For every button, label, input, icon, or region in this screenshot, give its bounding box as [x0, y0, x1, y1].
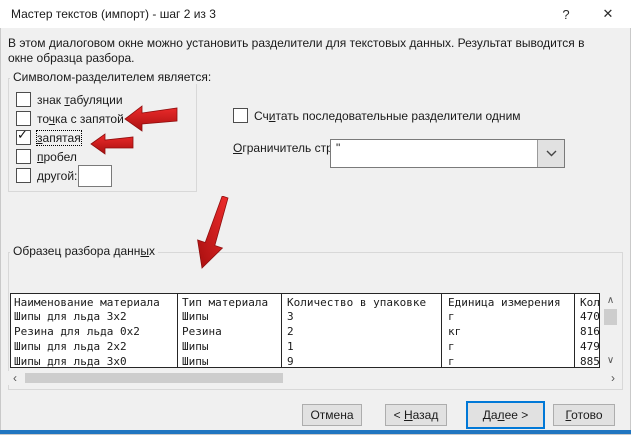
dialog-title: Мастер текстов (импорт) - шаг 2 из 3 — [11, 7, 216, 21]
preview-cell: 885 — [580, 355, 600, 368]
vertical-scroll-thumb[interactable] — [604, 309, 617, 325]
checkbox-label: точка с запятой — [37, 112, 124, 126]
preview-cell: Шипы — [182, 355, 209, 368]
preview-groupbox-title: Образец разбора данных — [10, 244, 158, 258]
horizontal-scrollbar[interactable]: ‹ › — [8, 371, 620, 385]
preview-row: Шипы для льда 2х2 Шипы 1 г 479 — [11, 340, 599, 354]
preview-row: Шипы для льда 3х0 Шипы 9 г 885 — [11, 355, 599, 368]
checkbox-label: Считать последовательные разделители одн… — [254, 109, 521, 123]
checkbox-box[interactable] — [233, 108, 248, 123]
scroll-up-icon[interactable]: ∧ — [601, 293, 620, 308]
check-icon: ✓ — [17, 128, 28, 141]
next-button[interactable]: Далее > — [466, 401, 545, 429]
red-arrow-semicolon-icon — [124, 104, 178, 132]
preview-cell: кг — [448, 325, 461, 338]
button-label: Отмена — [310, 408, 353, 422]
checkbox-treat-consecutive[interactable]: Считать последовательные разделители одн… — [233, 108, 521, 123]
preview-cell: Резина для льда 0х2 — [14, 325, 140, 338]
combobox-value: " — [336, 141, 340, 155]
preview-cell: Количество в упаковке — [287, 296, 426, 309]
back-button[interactable]: < Назад — [385, 404, 447, 426]
preview-cell: Единица измерения — [448, 296, 561, 309]
preview-row: Шипы для льда 3х2 Шипы 3 г 470 — [11, 310, 599, 324]
preview-cell: г — [448, 355, 455, 368]
checkbox-tab-delimiter[interactable]: знак табуляции — [16, 92, 123, 107]
red-arrow-comma-icon — [90, 132, 134, 156]
button-label: < Назад — [394, 408, 439, 422]
preview-cell: Шипы для льда 2х2 — [14, 340, 127, 353]
help-icon[interactable]: ? — [556, 4, 576, 24]
checkbox-other-delimiter[interactable]: другой: — [16, 168, 77, 183]
cancel-button[interactable]: Отмена — [302, 404, 362, 426]
preview-cell: 3 — [287, 310, 294, 323]
scroll-down-icon[interactable]: ∨ — [601, 353, 620, 368]
preview-cell: Шипы — [182, 310, 209, 323]
data-preview-table: Наименование материала Тип материала Кол… — [10, 293, 600, 368]
preview-row: Резина для льда 0х2 Резина 2 кг 816 — [11, 325, 599, 339]
other-delimiter-input[interactable] — [78, 165, 112, 187]
checkbox-label: знак табуляции — [37, 93, 123, 107]
close-icon[interactable]: ✕ — [598, 4, 618, 24]
chevron-down-icon[interactable] — [537, 140, 564, 167]
bottom-accent-strip — [0, 430, 631, 434]
checkbox-label: запятая — [37, 131, 81, 145]
checkbox-semicolon-delimiter[interactable]: точка с запятой — [16, 111, 124, 126]
button-label: Далее > — [483, 408, 529, 422]
horizontal-scroll-thumb[interactable] — [25, 373, 283, 383]
preview-cell: г — [448, 310, 455, 323]
preview-cell: 470 — [580, 310, 600, 323]
preview-cell: 816 — [580, 325, 600, 338]
scroll-left-icon[interactable]: ‹ — [8, 371, 22, 385]
preview-cell: Шипы — [182, 340, 209, 353]
scroll-right-icon[interactable]: › — [606, 371, 620, 385]
red-arrow-preview-icon — [194, 196, 236, 270]
preview-cell: 2 — [287, 325, 294, 338]
preview-cell: Кол — [580, 296, 600, 309]
checkbox-box[interactable] — [16, 149, 31, 164]
checkbox-comma-delimiter[interactable]: ✓ запятая — [16, 130, 81, 145]
preview-row: Наименование материала Тип материала Кол… — [11, 296, 599, 310]
delimiters-groupbox-title: Символом-разделителем является: — [10, 70, 214, 84]
text-import-wizard-dialog: Мастер текстов (импорт) - шаг 2 из 3 ? ✕… — [0, 0, 631, 435]
preview-cell: Резина — [182, 325, 222, 338]
preview-cell: Шипы для льда 3х0 — [14, 355, 127, 368]
checkbox-space-delimiter[interactable]: пробел — [16, 149, 77, 164]
preview-cell: Шипы для льда 3х2 — [14, 310, 127, 323]
checkbox-box[interactable] — [16, 111, 31, 126]
preview-cell: 479 — [580, 340, 600, 353]
preview-cell: Наименование материала — [14, 296, 160, 309]
preview-cell: г — [448, 340, 455, 353]
preview-cell: Тип материала — [182, 296, 268, 309]
preview-cell: 9 — [287, 355, 294, 368]
checkbox-box-checked[interactable]: ✓ — [16, 130, 31, 145]
vertical-scrollbar[interactable]: ∧ ∨ — [601, 293, 620, 368]
finish-button[interactable]: Готово — [553, 404, 615, 426]
title-bar: Мастер текстов (импорт) - шаг 2 из 3 ? ✕ — [0, 0, 631, 28]
dialog-description: В этом диалоговом окне можно установить … — [8, 36, 596, 66]
preview-cell: 1 — [287, 340, 294, 353]
button-label: Готово — [565, 408, 602, 422]
checkbox-label: другой: — [37, 169, 77, 183]
text-qualifier-combobox[interactable]: " — [330, 139, 565, 168]
checkbox-box[interactable] — [16, 168, 31, 183]
checkbox-box[interactable] — [16, 92, 31, 107]
checkbox-label: пробел — [37, 150, 77, 164]
